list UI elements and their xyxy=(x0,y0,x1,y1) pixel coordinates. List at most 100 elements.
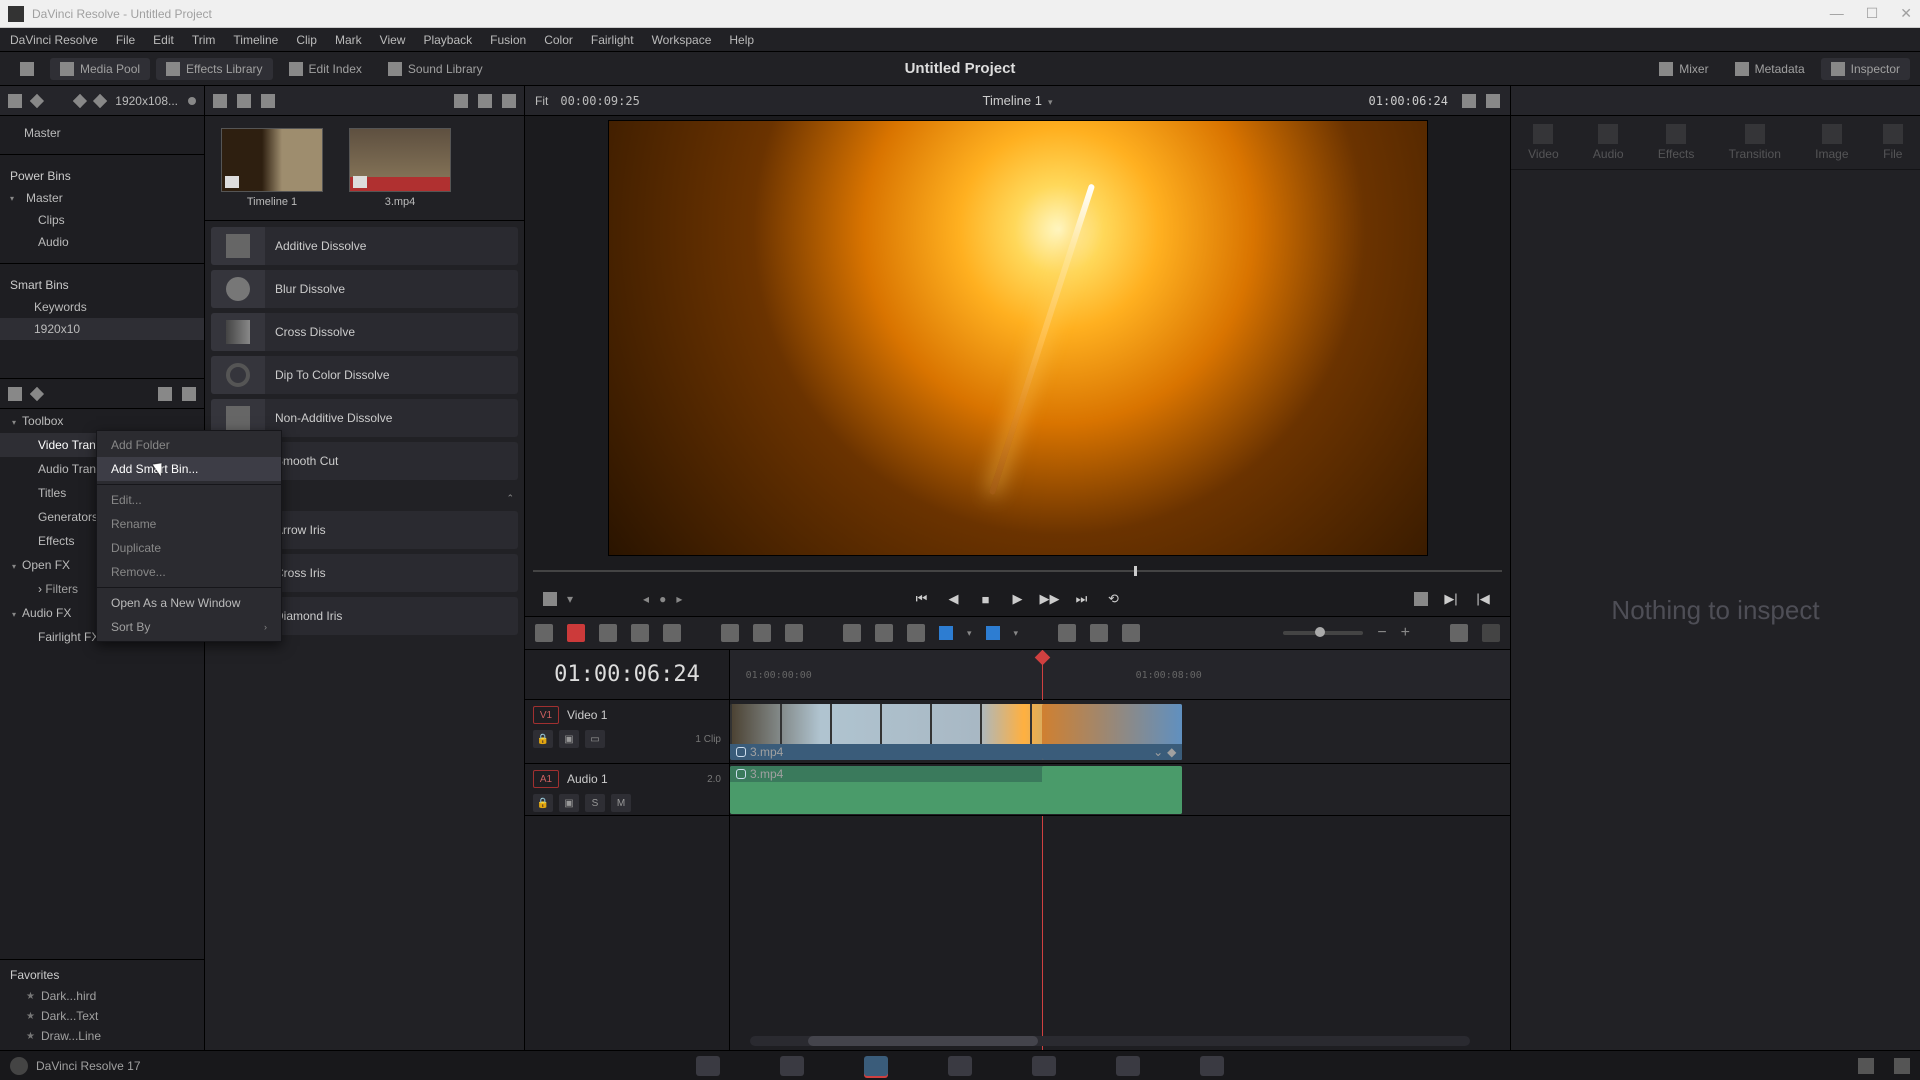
audio-clip[interactable] xyxy=(1042,766,1182,814)
powerbin-clips[interactable]: Clips xyxy=(0,209,204,231)
mute-toggle[interactable]: ▣ xyxy=(559,794,579,812)
inspector-cat-transition[interactable]: Transition xyxy=(1729,124,1781,161)
cut-page-button[interactable] xyxy=(780,1056,804,1076)
powerbin-audio[interactable]: Audio xyxy=(0,231,204,253)
bypass-icon[interactable] xyxy=(1462,94,1476,108)
audio-meter-icon[interactable] xyxy=(1450,624,1468,642)
visibility-toggle[interactable]: ▣ xyxy=(559,730,579,748)
inspector-cat-effects[interactable]: Effects xyxy=(1658,124,1694,161)
go-out-button[interactable]: |◀ xyxy=(1474,590,1492,608)
prev-frame-button[interactable]: ◀ xyxy=(945,590,963,608)
effect-item[interactable]: Blur Dissolve xyxy=(211,270,518,308)
maximize-button[interactable]: ☐ xyxy=(1866,5,1879,22)
cm-add-folder[interactable]: Add Folder xyxy=(97,433,281,457)
deliver-page-button[interactable] xyxy=(1200,1056,1224,1076)
last-frame-button[interactable]: ⏭ xyxy=(1073,590,1091,608)
audio-track-header[interactable]: A1Audio 12.0 🔒▣SM xyxy=(525,764,729,816)
thumb-view-icon[interactable] xyxy=(237,94,251,108)
timeline-name-dropdown[interactable]: Timeline 1 xyxy=(982,93,1052,108)
mixer-tab[interactable]: Mixer xyxy=(1649,58,1718,80)
cm-sort-by[interactable]: Sort By› xyxy=(97,615,281,639)
favorite-item[interactable]: ★Dark...hird xyxy=(0,986,204,1006)
menu-mark[interactable]: Mark xyxy=(335,33,362,47)
media-pool-tab[interactable]: Media Pool xyxy=(50,58,150,80)
zoom-slider[interactable] xyxy=(1283,631,1363,635)
power-bins-header[interactable]: Power Bins xyxy=(0,165,204,187)
insert-clip-icon[interactable] xyxy=(721,624,739,642)
smartbin-keywords[interactable]: Keywords xyxy=(0,296,204,318)
a1-tag[interactable]: A1 xyxy=(533,770,559,788)
media-clip[interactable]: Timeline 1 xyxy=(217,128,327,208)
sound-library-tab[interactable]: Sound Library xyxy=(378,58,493,80)
next-frame-button[interactable]: ▶▶ xyxy=(1041,590,1059,608)
color-page-button[interactable] xyxy=(1032,1056,1056,1076)
inspector-cat-video[interactable]: Video xyxy=(1528,124,1558,161)
lock-toggle[interactable]: 🔒 xyxy=(533,794,553,812)
menu-clip[interactable]: Clip xyxy=(296,33,317,47)
metadata-tab[interactable]: Metadata xyxy=(1725,58,1815,80)
cm-duplicate[interactable]: Duplicate xyxy=(97,536,281,560)
lock-icon[interactable] xyxy=(907,624,925,642)
smart-bins-header[interactable]: Smart Bins xyxy=(0,274,204,296)
cm-open-window[interactable]: Open As a New Window xyxy=(97,591,281,615)
zoom-search-icon[interactable] xyxy=(1122,624,1140,642)
overwrite-clip-icon[interactable] xyxy=(753,624,771,642)
menu-color[interactable]: Color xyxy=(544,33,573,47)
fit-dropdown[interactable]: Fit xyxy=(535,94,548,108)
menu-file[interactable]: File xyxy=(116,33,135,47)
solo-toggle[interactable]: S xyxy=(585,794,605,812)
expand-button[interactable] xyxy=(10,58,44,80)
edit-index-tab[interactable]: Edit Index xyxy=(279,58,372,80)
panel-search-icon[interactable] xyxy=(158,387,172,401)
timeline-ruler[interactable]: 01:00:00:00 01:00:08:00 xyxy=(730,650,1510,700)
smartbin-1920[interactable]: 1920x10 xyxy=(0,318,204,340)
close-button[interactable]: ✕ xyxy=(1900,5,1912,22)
loop-button[interactable]: ⟲ xyxy=(1105,590,1123,608)
more-icon[interactable] xyxy=(502,94,516,108)
flag-icon[interactable] xyxy=(939,626,953,640)
go-in-button[interactable]: ▶| xyxy=(1442,590,1460,608)
insert-mode-icon[interactable] xyxy=(543,592,557,606)
marker-icon[interactable]: ● xyxy=(659,592,666,606)
menu-trim[interactable]: Trim xyxy=(192,33,216,47)
video-track-header[interactable]: V1Video 1 🔒▣▭1 Clip xyxy=(525,700,729,764)
scrubber-handle[interactable] xyxy=(1134,566,1137,576)
stop-button[interactable]: ■ xyxy=(977,590,995,608)
mute-button[interactable]: M xyxy=(611,794,631,812)
cm-remove[interactable]: Remove... xyxy=(97,560,281,584)
inspector-cat-image[interactable]: Image xyxy=(1815,124,1848,161)
panel-more-icon[interactable] xyxy=(182,387,196,401)
search-icon[interactable] xyxy=(454,94,468,108)
auto-select-toggle[interactable]: ▭ xyxy=(585,730,605,748)
zoom-out-icon[interactable]: − xyxy=(1377,624,1386,642)
home-icon[interactable] xyxy=(1858,1058,1874,1074)
effect-item[interactable]: Cross Dissolve xyxy=(211,313,518,351)
effect-item[interactable]: Dip To Color Dissolve xyxy=(211,356,518,394)
inspector-cat-file[interactable]: File xyxy=(1883,124,1903,161)
cm-add-smart-bin[interactable]: Add Smart Bin... xyxy=(97,457,281,481)
cm-edit[interactable]: Edit... xyxy=(97,488,281,512)
cm-rename[interactable]: Rename xyxy=(97,512,281,536)
menu-timeline[interactable]: Timeline xyxy=(233,33,278,47)
nav-back-icon[interactable] xyxy=(73,93,87,107)
bin-view-icon[interactable] xyxy=(8,94,22,108)
link-icon[interactable] xyxy=(875,624,893,642)
snap-icon[interactable] xyxy=(843,624,861,642)
viewer-screen[interactable] xyxy=(608,120,1428,556)
menu-help[interactable]: Help xyxy=(729,33,754,47)
menu-workspace[interactable]: Workspace xyxy=(652,33,712,47)
customize-icon[interactable] xyxy=(1482,624,1500,642)
first-frame-button[interactable]: ⏮ xyxy=(913,590,931,608)
menu-view[interactable]: View xyxy=(380,33,406,47)
media-page-button[interactable] xyxy=(696,1056,720,1076)
audio-track-lane[interactable]: 3.mp4 xyxy=(730,764,1510,816)
viewer-more-icon[interactable] xyxy=(1486,94,1500,108)
dynamic-trim-icon[interactable] xyxy=(631,624,649,642)
powerbin-master[interactable]: Master xyxy=(0,187,204,209)
effects-library-tab[interactable]: Effects Library xyxy=(156,58,272,80)
match-frame-icon[interactable] xyxy=(1414,592,1428,606)
video-track-lane[interactable]: 3.mp4 ⌄◆ xyxy=(730,700,1510,764)
panel-caret-icon[interactable] xyxy=(30,386,44,400)
bin-caret-icon[interactable] xyxy=(30,93,44,107)
media-clip[interactable]: 3.mp4 xyxy=(345,128,455,208)
